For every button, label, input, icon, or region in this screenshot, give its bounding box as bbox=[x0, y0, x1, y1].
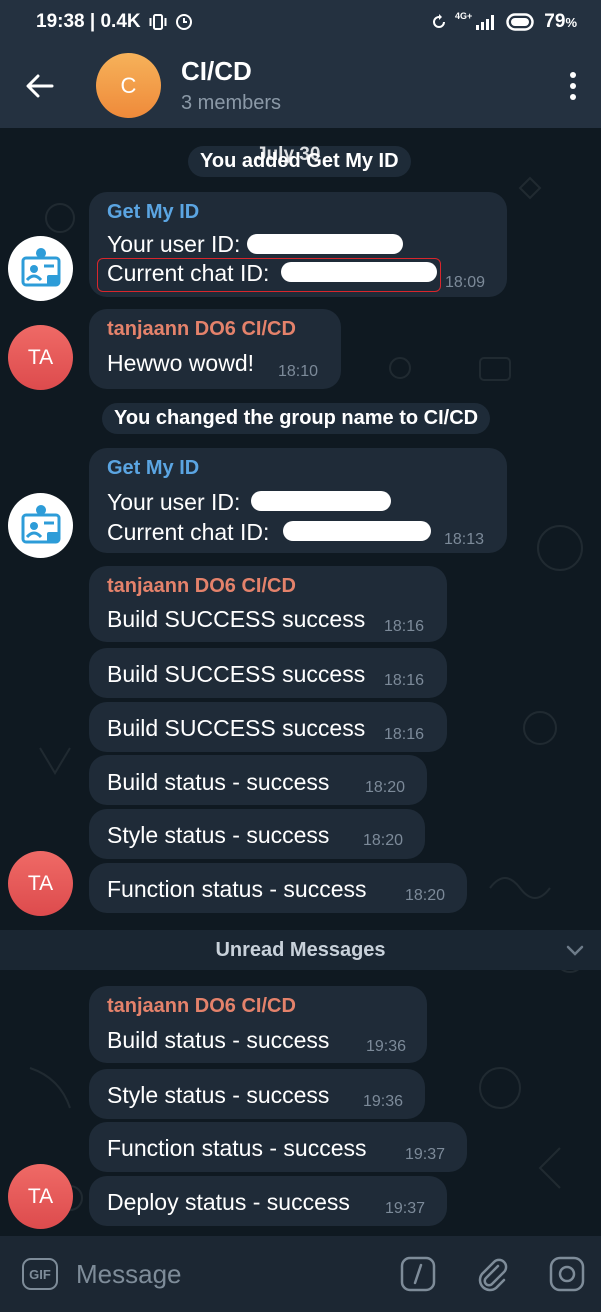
message-text: Style status - success bbox=[107, 822, 330, 848]
battery-icon bbox=[506, 13, 536, 31]
status-bar: 19:38 | 0.4K 4G+ 79% bbox=[0, 0, 601, 44]
message-time: 18:16 bbox=[384, 672, 425, 689]
user-avatar[interactable]: TA bbox=[8, 851, 73, 916]
message-bubble[interactable]: tanjaann DO6 CI/CD Hewwo wowd! 18:10 bbox=[89, 309, 341, 389]
id-card-icon bbox=[13, 498, 68, 553]
message-time: 19:36 bbox=[366, 1038, 407, 1055]
message-bubble[interactable]: tanjaann DO6 CI/CD Build SUCCESS success… bbox=[89, 566, 447, 642]
paperclip-icon bbox=[478, 1258, 508, 1292]
message-time: 19:37 bbox=[385, 1200, 426, 1217]
user-initials: TA bbox=[27, 1184, 54, 1208]
chat-title[interactable]: CI/CD bbox=[181, 56, 252, 87]
message-bubble[interactable]: tanjaann DO6 CI/CD Build status - succes… bbox=[89, 986, 427, 1063]
unread-label: Unread Messages bbox=[215, 938, 386, 961]
more-options-button[interactable] bbox=[565, 68, 581, 104]
message-text: Build status - success bbox=[107, 769, 330, 795]
message-text-2: Current chat ID: bbox=[107, 519, 270, 545]
message-bubble[interactable]: Style status - success 19:36 bbox=[89, 1069, 425, 1119]
back-button[interactable] bbox=[0, 44, 80, 128]
message-bubble[interactable]: Get My ID Your user ID: Current chat ID:… bbox=[89, 192, 507, 297]
message-bubble[interactable]: Function status - success 19:37 bbox=[89, 1122, 467, 1172]
message-bubble[interactable]: Build SUCCESS success 18:16 bbox=[89, 702, 447, 752]
chevron-down-icon[interactable] bbox=[565, 940, 585, 966]
message-text: Build status - success bbox=[107, 1027, 330, 1053]
status-left: 19:38 | 0.4K bbox=[36, 11, 193, 33]
message-text: Function status - success bbox=[107, 876, 367, 902]
message-input[interactable] bbox=[76, 1254, 376, 1294]
bot-avatar[interactable] bbox=[8, 236, 73, 301]
message-text: Deploy status - success bbox=[107, 1189, 350, 1215]
user-avatar[interactable]: TA bbox=[8, 325, 73, 390]
bot-avatar[interactable] bbox=[8, 493, 73, 558]
status-time: 19:38 | 0.4K bbox=[36, 11, 141, 32]
date-chip: July 30 bbox=[256, 144, 321, 165]
gif-label: GIF bbox=[29, 1266, 51, 1282]
network-type: 4G+ bbox=[455, 11, 473, 21]
sender-name[interactable]: Get My ID bbox=[107, 201, 199, 224]
group-avatar[interactable]: C bbox=[96, 53, 161, 118]
message-text: Function status - success bbox=[107, 1135, 367, 1161]
user-initials: TA bbox=[27, 871, 54, 895]
camera-icon bbox=[549, 1256, 585, 1292]
id-card-icon bbox=[13, 241, 68, 296]
sync-icon bbox=[431, 14, 447, 30]
unread-messages-divider: Unread Messages bbox=[0, 930, 601, 970]
camera-button[interactable] bbox=[549, 1256, 585, 1292]
group-avatar-letter: C bbox=[120, 72, 137, 98]
message-time: 19:36 bbox=[363, 1093, 404, 1110]
user-initials: TA bbox=[27, 345, 54, 369]
message-time: 18:20 bbox=[405, 887, 446, 904]
bot-commands-button[interactable] bbox=[400, 1256, 436, 1292]
message-text: Hewwo wowd! bbox=[107, 350, 254, 376]
message-time: 18:16 bbox=[384, 618, 425, 635]
sender-name[interactable]: Get My ID bbox=[107, 457, 199, 480]
message-text: Build SUCCESS success bbox=[107, 715, 366, 741]
message-bubble[interactable]: Build SUCCESS success 18:16 bbox=[89, 648, 447, 698]
message-bubble[interactable]: Get My ID Your user ID: Current chat ID:… bbox=[89, 448, 507, 553]
message-text: Your user ID: bbox=[107, 231, 241, 257]
battery-level: 79% bbox=[544, 11, 577, 32]
message-bubble[interactable]: Style status - success 18:20 bbox=[89, 809, 425, 859]
message-text: Build SUCCESS success bbox=[107, 661, 366, 687]
redacted-user-id bbox=[247, 234, 403, 254]
menu-dot-icon bbox=[570, 83, 576, 89]
message-time: 18:20 bbox=[363, 832, 404, 849]
message-time: 18:20 bbox=[365, 779, 406, 796]
redacted-user-id bbox=[251, 491, 391, 511]
message-text: Your user ID: bbox=[107, 489, 241, 515]
message-composer: GIF bbox=[0, 1236, 601, 1312]
service-message-renamed: You changed the group name to CI/CD bbox=[102, 403, 491, 434]
message-list[interactable]: You added Get My ID July 30 Get My ID Yo… bbox=[0, 128, 601, 1236]
status-right: 4G+ 79% bbox=[431, 11, 577, 33]
message-text: Build SUCCESS success bbox=[107, 606, 366, 632]
alarm-icon bbox=[175, 13, 193, 31]
message-time: 18:16 bbox=[384, 726, 425, 743]
attach-button[interactable] bbox=[474, 1256, 510, 1292]
signal-icon bbox=[476, 14, 498, 30]
highlight-box bbox=[97, 258, 441, 292]
message-time: 18:13 bbox=[444, 531, 485, 548]
sender-name[interactable]: tanjaann DO6 CI/CD bbox=[107, 995, 296, 1018]
vibrate-icon bbox=[149, 13, 167, 31]
message-bubble[interactable]: Function status - success 18:20 bbox=[89, 863, 467, 913]
menu-dot-icon bbox=[570, 72, 576, 78]
message-time: 19:37 bbox=[405, 1146, 446, 1163]
message-time: 18:10 bbox=[278, 363, 319, 380]
message-text: Style status - success bbox=[107, 1082, 330, 1108]
gif-button[interactable]: GIF bbox=[22, 1258, 58, 1290]
sender-name[interactable]: tanjaann DO6 CI/CD bbox=[107, 575, 296, 598]
message-time: 18:09 bbox=[445, 274, 486, 291]
message-bubble[interactable]: Build status - success 18:20 bbox=[89, 755, 427, 805]
chat-header: C CI/CD 3 members bbox=[0, 44, 601, 128]
sender-name[interactable]: tanjaann DO6 CI/CD bbox=[107, 318, 296, 341]
arrow-left-icon bbox=[26, 74, 54, 98]
redacted-chat-id bbox=[283, 521, 431, 541]
menu-dot-icon bbox=[570, 94, 576, 100]
message-bubble[interactable]: Deploy status - success 19:37 bbox=[89, 1176, 447, 1226]
user-avatar[interactable]: TA bbox=[8, 1164, 73, 1229]
member-count: 3 members bbox=[181, 92, 282, 114]
slash-command-icon bbox=[400, 1256, 436, 1292]
